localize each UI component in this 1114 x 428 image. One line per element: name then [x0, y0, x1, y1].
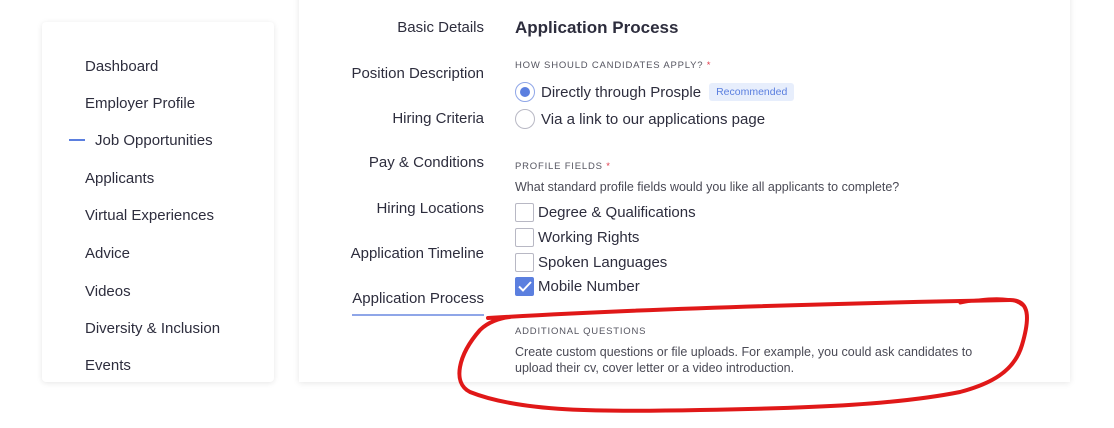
apply-option-label: Via a link to our applications page [541, 110, 766, 128]
sidebar-item-diversity-inclusion[interactable]: Diversity & Inclusion [85, 320, 220, 337]
step-application-timeline[interactable]: Application Timeline [351, 245, 484, 262]
sidebar-item-applicants[interactable]: Applicants [85, 170, 154, 187]
apply-label: HOW SHOULD CANDIDATES APPLY? * [515, 60, 711, 71]
additional-questions-label: ADDITIONAL QUESTIONS [515, 326, 647, 337]
profile-fields-help: What standard profile fields would you l… [515, 180, 900, 194]
sidebar-item-label: Job Opportunities [95, 132, 213, 149]
sidebar-item-job-opportunities[interactable]: Job Opportunities [69, 132, 213, 149]
apply-option-direct[interactable]: Directly through Prosple Recommended [515, 81, 795, 103]
checkbox-label: Spoken Languages [538, 253, 668, 271]
step-basic-details[interactable]: Basic Details [397, 19, 484, 36]
step-hiring-locations[interactable]: Hiring Locations [376, 200, 484, 217]
sidebar-item-dashboard[interactable]: Dashboard [85, 58, 158, 75]
form-card: Basic Details Position Description Hirin… [299, 0, 1070, 382]
profile-field-degree[interactable]: Degree & Qualifications [515, 202, 696, 222]
required-mark: * [606, 161, 611, 172]
apply-option-label: Directly through Prosple [541, 83, 702, 101]
sidebar-item-videos[interactable]: Videos [85, 283, 131, 300]
additional-questions-help-1: Create custom questions or file uploads.… [515, 345, 973, 359]
profile-field-mobile[interactable]: Mobile Number [515, 276, 640, 296]
profile-field-working-rights[interactable]: Working Rights [515, 227, 639, 247]
sidebar-item-advice[interactable]: Advice [85, 245, 130, 262]
sidebar-item-virtual-experiences[interactable]: Virtual Experiences [85, 207, 214, 224]
checkbox[interactable] [515, 202, 534, 222]
required-mark: * [706, 60, 712, 71]
checkbox-label: Degree & Qualifications [538, 203, 696, 221]
section-title: Application Process [515, 18, 679, 37]
step-hiring-criteria[interactable]: Hiring Criteria [392, 110, 484, 127]
checkbox-label: Mobile Number [538, 277, 640, 295]
checkbox[interactable] [515, 252, 534, 272]
apply-option-link[interactable]: Via a link to our applications page [515, 108, 765, 130]
step-pay-conditions[interactable]: Pay & Conditions [369, 154, 484, 171]
step-position-description[interactable]: Position Description [351, 65, 484, 82]
apply-label-text: HOW SHOULD CANDIDATES APPLY? [515, 60, 704, 71]
sidebar-item-events[interactable]: Events [85, 357, 131, 374]
checkbox[interactable] [515, 227, 534, 247]
additional-questions-help-2: upload their cv, cover letter or a video… [515, 361, 795, 375]
sidebar: Dashboard Employer Profile Job Opportuni… [42, 22, 274, 382]
profile-field-languages[interactable]: Spoken Languages [515, 252, 667, 272]
recommended-badge: Recommended [709, 83, 795, 101]
radio-unselected[interactable] [515, 109, 535, 129]
profile-fields-label: PROFILE FIELDS * [515, 161, 611, 172]
profile-fields-label-text: PROFILE FIELDS [515, 161, 603, 172]
sidebar-item-employer-profile[interactable]: Employer Profile [85, 95, 195, 112]
checkbox-label: Working Rights [538, 228, 640, 246]
radio-selected[interactable] [515, 82, 535, 102]
active-indicator [69, 138, 85, 141]
check-icon [518, 280, 532, 292]
checkbox-checked[interactable] [515, 276, 534, 296]
step-application-process[interactable]: Application Process [352, 290, 484, 316]
